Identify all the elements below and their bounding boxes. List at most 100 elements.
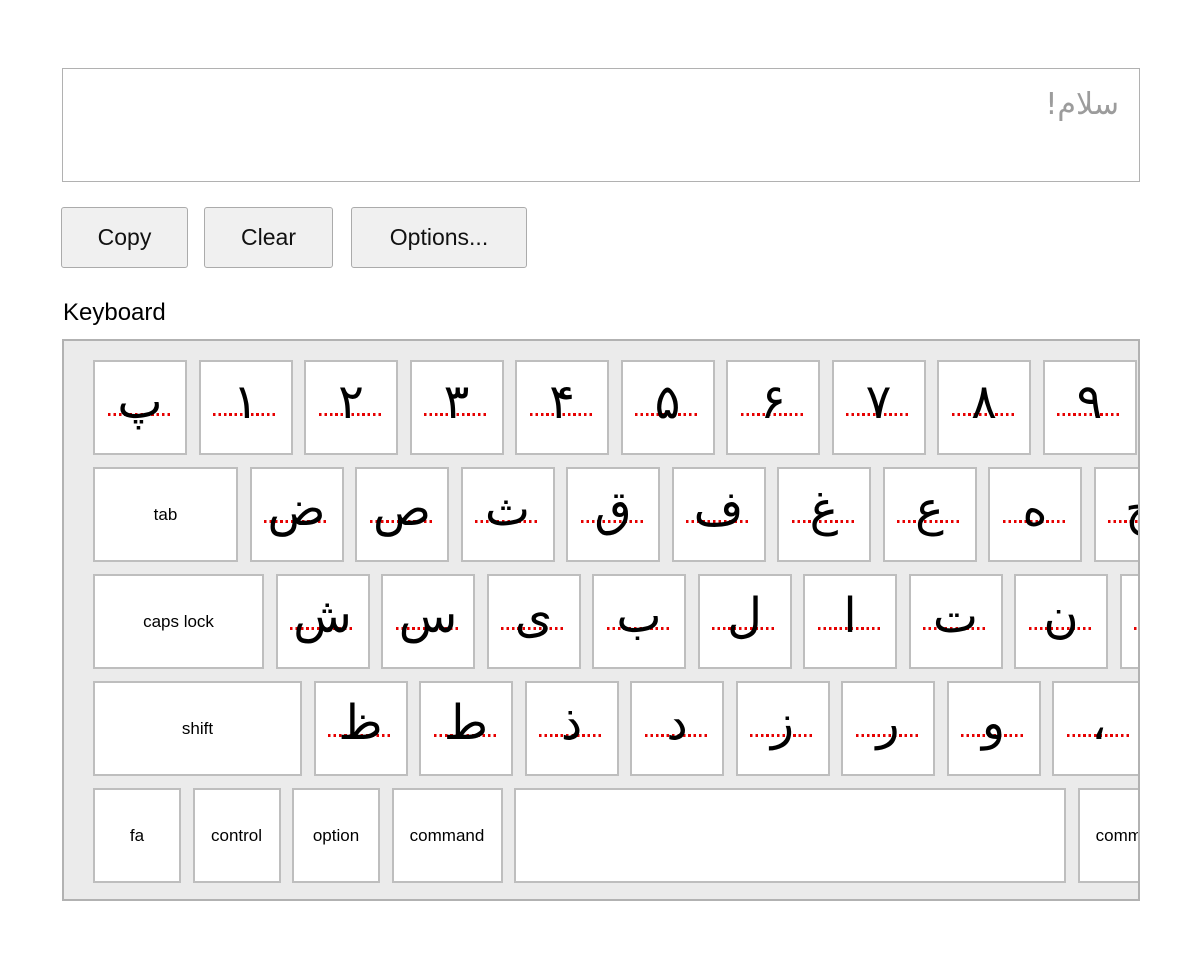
key-underline — [846, 413, 911, 416]
keyboard-key[interactable]: و — [946, 681, 1041, 776]
key-underline — [635, 413, 700, 416]
key-char: ف — [693, 481, 744, 537]
key-char: غ — [809, 481, 839, 537]
key-char: ش — [293, 588, 352, 644]
key-space[interactable] — [514, 788, 1066, 883]
keyboard-key[interactable]: ۹ — [1042, 360, 1137, 455]
text-input[interactable] — [62, 68, 1140, 182]
keyboard-key[interactable]: ف — [671, 467, 766, 562]
keyboard-key[interactable]: ۴ — [515, 360, 609, 455]
keyboard-key[interactable]: غ — [777, 467, 871, 562]
keyboard-key[interactable]: ظ — [313, 681, 408, 776]
key-char: م — [1122, 576, 1139, 640]
keyboard-key[interactable]: ۶ — [726, 360, 820, 455]
keyboard-key[interactable]: ل — [697, 574, 792, 669]
keyboard-key[interactable]: ث — [460, 467, 555, 562]
key-char: ع — [915, 481, 944, 537]
keyboard-key[interactable]: ز — [735, 681, 830, 776]
keyboard-key[interactable]: ا — [803, 574, 897, 669]
key-char: ۶ — [760, 374, 786, 430]
key-underline — [855, 734, 921, 737]
key-char: ظ — [338, 695, 383, 751]
key-char: ۵ — [654, 374, 681, 430]
key-tab[interactable]: tab — [93, 467, 238, 562]
key-underline — [606, 627, 672, 630]
keyboard-key[interactable]: ن — [1014, 574, 1108, 669]
key-label: command — [409, 825, 485, 845]
clear-button[interactable]: Clear — [204, 207, 333, 268]
key-caps-lock[interactable]: caps lock — [93, 574, 264, 669]
key-label: command — [1095, 825, 1138, 845]
keyboard-key[interactable]: ش — [275, 574, 370, 669]
key-underline — [686, 520, 751, 523]
key-underline — [961, 734, 1026, 737]
key-char: ا — [843, 588, 857, 644]
key-char: ق — [594, 481, 632, 537]
key-char: س — [398, 588, 458, 644]
keyboard-key[interactable]: پ — [93, 360, 187, 455]
copy-button[interactable]: Copy — [61, 207, 188, 268]
key-underline — [539, 734, 604, 737]
key-shift[interactable]: shift — [93, 681, 302, 776]
key-option[interactable]: option — [292, 788, 380, 883]
keyboard-key[interactable]: ذ — [524, 681, 619, 776]
keyboard-key[interactable]: م — [1119, 574, 1139, 669]
key-label: tab — [153, 504, 178, 524]
key-underline — [501, 627, 566, 630]
keyboard-key[interactable]: ، — [1052, 681, 1138, 776]
keyboard-key[interactable]: ع — [882, 467, 977, 562]
key-underline — [1066, 734, 1132, 737]
key-char: ۷ — [865, 374, 892, 430]
key-underline — [791, 520, 857, 523]
key-underline — [475, 520, 540, 523]
keyboard-key[interactable]: ص — [355, 467, 449, 562]
key-underline — [395, 627, 461, 630]
key-underline — [424, 413, 489, 416]
persian-keyboard-page: Copy Clear Options... Keyboard پ ۱ ۲ ۳ ۴ ۵ ۶ ۷ ۸… — [0, 0, 1200, 972]
keyboard-key[interactable]: خ — [1093, 467, 1138, 562]
keyboard-key[interactable]: ض — [249, 467, 344, 562]
keyboard-key[interactable]: ت — [908, 574, 1003, 669]
key-char: ص — [372, 481, 432, 537]
keyboard-row-1: پ ۱ ۲ ۳ ۴ ۵ ۶ ۷ ۸ ۹ — [93, 360, 1138, 455]
keyboard-key[interactable]: د — [630, 681, 724, 776]
keyboard-key[interactable]: ۲ — [304, 360, 398, 455]
key-fa[interactable]: fa — [93, 788, 181, 883]
keyboard-key[interactable]: ۳ — [409, 360, 504, 455]
key-char: و — [981, 695, 1006, 751]
key-underline — [213, 413, 278, 416]
key-char: ۹ — [1076, 374, 1103, 430]
key-underline — [290, 627, 355, 630]
key-char: ، — [1091, 695, 1107, 751]
key-control[interactable]: control — [192, 788, 281, 883]
key-underline — [328, 734, 393, 737]
key-underline — [1108, 520, 1138, 523]
key-command[interactable]: command — [1077, 788, 1138, 883]
key-command[interactable]: command — [391, 788, 503, 883]
keyboard-key[interactable]: ق — [566, 467, 660, 562]
key-char: ۸ — [971, 374, 997, 430]
key-underline — [951, 413, 1017, 416]
key-underline — [712, 627, 777, 630]
keyboard-key[interactable]: س — [381, 574, 475, 669]
keyboard-key[interactable]: ۱ — [198, 360, 293, 455]
key-char: ر — [876, 695, 900, 751]
keyboard-key[interactable]: ب — [592, 574, 686, 669]
key-label: control — [210, 825, 263, 845]
keyboard-key[interactable]: ه — [988, 467, 1082, 562]
key-underline — [644, 734, 710, 737]
keyboard-row-3: caps lock شسی ب ل ا ت نم — [93, 574, 1139, 669]
keyboard-key[interactable]: ی — [486, 574, 581, 669]
keyboard-key[interactable]: ۸ — [937, 360, 1031, 455]
key-underline — [580, 520, 646, 523]
options-button[interactable]: Options... — [351, 207, 527, 268]
keyboard-key[interactable]: ط — [419, 681, 513, 776]
keyboard-key[interactable]: ر — [841, 681, 935, 776]
key-char: ث — [484, 481, 531, 537]
key-underline — [318, 413, 384, 416]
key-label: option — [312, 825, 360, 845]
key-char: ن — [1043, 588, 1079, 644]
keyboard-key[interactable]: ۵ — [620, 360, 715, 455]
key-underline — [1057, 413, 1122, 416]
keyboard-key[interactable]: ۷ — [831, 360, 926, 455]
